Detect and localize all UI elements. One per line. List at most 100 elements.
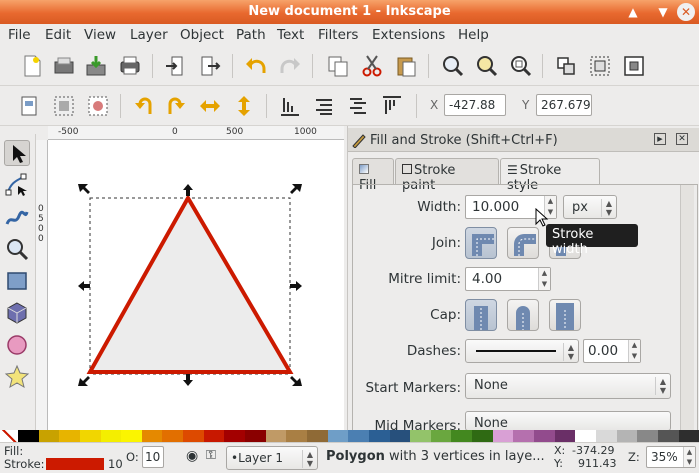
zoom-tool-icon[interactable] bbox=[4, 236, 30, 262]
import-icon[interactable] bbox=[164, 54, 188, 78]
unit-select[interactable]: px ▲ ▼ bbox=[563, 195, 617, 219]
cut-icon[interactable] bbox=[360, 54, 384, 78]
color-palette[interactable] bbox=[0, 430, 699, 442]
mitre-limit-spinner[interactable]: ▲ ▼ bbox=[538, 268, 550, 290]
palette-swatch[interactable] bbox=[472, 430, 493, 442]
palette-swatch[interactable] bbox=[141, 430, 163, 442]
selector-tool-icon[interactable] bbox=[4, 140, 30, 166]
menu-extensions[interactable]: Extensions bbox=[372, 27, 445, 43]
palette-swatch[interactable] bbox=[183, 430, 204, 442]
zoom-selection-icon[interactable] bbox=[440, 54, 464, 78]
lower-bottom-icon[interactable] bbox=[278, 94, 302, 118]
palette-swatch[interactable] bbox=[245, 430, 266, 442]
palette-swatch[interactable] bbox=[451, 430, 473, 442]
zoom-spinner[interactable]: ▲ ▼ bbox=[683, 447, 695, 467]
undo-icon[interactable] bbox=[244, 54, 268, 78]
layer-lock-icon[interactable]: ⚿ bbox=[206, 448, 216, 463]
palette-swatch[interactable] bbox=[265, 430, 287, 442]
select-all-icon[interactable] bbox=[18, 94, 42, 118]
flip-vertical-icon[interactable] bbox=[232, 94, 256, 118]
3d-box-tool-icon[interactable] bbox=[4, 300, 30, 326]
dash-offset-spinner[interactable]: ▲ ▼ bbox=[628, 340, 640, 362]
lower-icon[interactable] bbox=[312, 94, 336, 118]
window-down-icon[interactable]: ▼ bbox=[654, 3, 672, 21]
palette-swatch[interactable] bbox=[368, 430, 390, 442]
panel-iconify-icon[interactable]: ▶ bbox=[654, 133, 666, 145]
palette-swatch[interactable] bbox=[79, 430, 101, 442]
palette-swatch[interactable] bbox=[18, 430, 39, 442]
rotate-cw-icon[interactable] bbox=[164, 94, 188, 118]
menu-filters[interactable]: Filters bbox=[318, 27, 358, 43]
window-close-button[interactable]: ✕ bbox=[677, 3, 695, 21]
open-icon[interactable] bbox=[52, 54, 76, 78]
palette-swatch[interactable] bbox=[657, 430, 679, 442]
cap-butt-button[interactable] bbox=[465, 299, 497, 331]
group-icon[interactable] bbox=[554, 54, 578, 78]
layer-select[interactable]: •Layer 1 ▲ ▼ bbox=[226, 446, 318, 470]
y-coordinate-input[interactable]: 267.679 bbox=[536, 94, 592, 116]
print-icon[interactable] bbox=[118, 54, 142, 78]
palette-swatch[interactable] bbox=[162, 430, 184, 442]
menu-path[interactable]: Path bbox=[236, 27, 266, 43]
tab-fill[interactable]: Fill bbox=[352, 158, 394, 193]
flip-horizontal-icon[interactable] bbox=[198, 94, 222, 118]
xml-editor-icon[interactable] bbox=[622, 54, 646, 78]
palette-swatch[interactable] bbox=[59, 430, 80, 442]
cap-round-button[interactable] bbox=[507, 299, 539, 331]
menu-view[interactable]: View bbox=[84, 27, 116, 43]
no-paint-swatch[interactable] bbox=[0, 430, 18, 442]
node-tool-icon[interactable] bbox=[4, 172, 30, 198]
menu-help[interactable]: Help bbox=[458, 27, 489, 43]
palette-swatch[interactable] bbox=[224, 430, 246, 442]
palette-swatch[interactable] bbox=[286, 430, 307, 442]
palette-swatch[interactable] bbox=[554, 430, 576, 442]
triangle-polygon[interactable] bbox=[86, 193, 294, 374]
mid-markers-select[interactable]: None bbox=[465, 411, 671, 431]
palette-swatch[interactable] bbox=[203, 430, 225, 442]
stroke-color-swatch[interactable] bbox=[46, 458, 104, 470]
palette-swatch[interactable] bbox=[534, 430, 555, 442]
palette-swatch[interactable] bbox=[100, 430, 122, 442]
rotate-ccw-icon[interactable] bbox=[132, 94, 156, 118]
zoom-drawing-icon[interactable] bbox=[474, 54, 498, 78]
export-icon[interactable] bbox=[198, 54, 222, 78]
menu-file[interactable]: File bbox=[8, 27, 31, 43]
dash-offset-input[interactable]: 0.00 ▲ ▼ bbox=[583, 339, 641, 363]
join-miter-button[interactable] bbox=[465, 227, 497, 259]
select-all-layers-icon[interactable] bbox=[52, 94, 76, 118]
raise-top-icon[interactable] bbox=[380, 94, 404, 118]
redo-icon[interactable] bbox=[278, 54, 302, 78]
tweak-tool-icon[interactable] bbox=[4, 204, 30, 230]
palette-swatch[interactable] bbox=[637, 430, 658, 442]
mitre-limit-input[interactable]: 4.00 ▲ ▼ bbox=[465, 267, 551, 291]
panel-close-icon[interactable]: ✕ bbox=[676, 133, 688, 145]
menu-object[interactable]: Object bbox=[180, 27, 224, 43]
palette-swatch[interactable] bbox=[38, 430, 60, 442]
palette-swatch[interactable] bbox=[575, 430, 596, 442]
ungroup-icon[interactable] bbox=[588, 54, 612, 78]
menu-text[interactable]: Text bbox=[277, 27, 304, 43]
ellipse-tool-icon[interactable] bbox=[4, 332, 30, 358]
palette-swatch[interactable] bbox=[348, 430, 369, 442]
tab-stroke-style[interactable]: ☰ Stroke style bbox=[500, 158, 600, 193]
palette-swatch[interactable] bbox=[430, 430, 452, 442]
tab-stroke-paint[interactable]: Stroke paint bbox=[395, 158, 499, 193]
rectangle-tool-icon[interactable] bbox=[4, 268, 30, 294]
save-icon[interactable] bbox=[84, 54, 108, 78]
palette-swatch[interactable] bbox=[492, 430, 514, 442]
palette-swatch[interactable] bbox=[616, 430, 638, 442]
paste-icon[interactable] bbox=[394, 54, 418, 78]
palette-swatch[interactable] bbox=[327, 430, 349, 442]
palette-swatch[interactable] bbox=[513, 430, 535, 442]
raise-icon[interactable] bbox=[346, 94, 370, 118]
deselect-icon[interactable] bbox=[86, 94, 110, 118]
palette-swatch[interactable] bbox=[410, 430, 431, 442]
x-coordinate-input[interactable]: -427.88 bbox=[444, 94, 506, 116]
palette-swatch[interactable] bbox=[595, 430, 617, 442]
palette-swatch[interactable] bbox=[121, 430, 142, 442]
menu-layer[interactable]: Layer bbox=[130, 27, 168, 43]
palette-swatch[interactable] bbox=[389, 430, 411, 442]
copy-icon[interactable] bbox=[326, 54, 350, 78]
zoom-input[interactable]: 35% ▲ ▼ bbox=[646, 446, 696, 468]
layer-visibility-icon[interactable]: ◉ bbox=[186, 448, 198, 464]
